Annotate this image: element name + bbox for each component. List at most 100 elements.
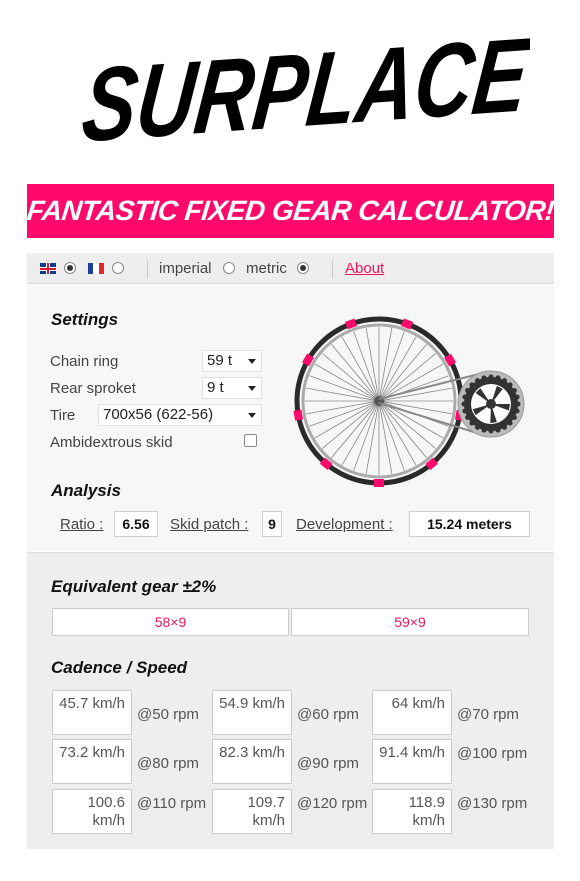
chainring-tooth [507,382,513,388]
rpm-label: @60 rpm [297,706,359,723]
rpm-label: @100 rpm [457,745,528,762]
chainring-tooth [514,394,520,400]
spoke [322,353,377,399]
spoke [379,404,393,474]
skid-patch-link[interactable]: Skid patch : [170,516,248,533]
wheel-icon [293,316,525,488]
chainring-tooth [488,428,494,434]
logo-text: SURPLACE [77,18,530,158]
tire-label: Tire [50,407,76,424]
ambidextrous-label: Ambidextrous skid [50,434,173,451]
rpm-label: @120 rpm [297,795,368,812]
equivalent-gear-item[interactable]: 59×9 [291,608,529,636]
spoke [314,402,376,439]
imperial-radio[interactable] [223,262,235,274]
spoke [331,344,377,399]
spoke [379,331,405,398]
chainring-tooth [481,375,487,381]
rpm-label: @80 rpm [137,755,199,772]
spoke [365,404,379,474]
spoke [314,363,376,400]
spoke [309,401,376,427]
chainring-tooth [465,415,471,420]
uk-flag-icon[interactable] [40,263,56,274]
ratio-link[interactable]: Ratio : [60,516,103,533]
chainring-tooth [462,408,468,414]
skid-patch-marker [293,409,304,421]
speed-value: 118.9 km/h [372,789,452,834]
ambidextrous-checkbox[interactable] [244,434,257,447]
spoke [353,331,379,398]
chain-ring-label: Chain ring [50,353,119,370]
chainring-tooth [475,378,480,384]
tagline-banner: FANTASTIC FIXED GEAR CALCULATOR! [25,184,556,238]
chain-ring-select[interactable]: 59 t [202,350,262,372]
settings-heading: Settings [51,310,119,329]
chainring-tooth [461,401,467,407]
rear-sprocket-value: 9 t [207,379,224,396]
chainring-tooth [481,427,487,433]
speed-value: 109.7 km/h [212,789,292,834]
spoke [382,363,444,400]
chainring-tooth [511,388,517,393]
spoke [341,404,378,466]
imperial-label: imperial [159,260,212,277]
chevron-down-icon [248,386,256,391]
chainring-tooth [465,388,471,393]
chainring-tooth [511,415,517,420]
speed-value: 45.7 km/h [52,690,132,735]
language-en-radio[interactable] [64,262,76,274]
crank-hub [486,399,496,409]
chainring-tooth [488,374,494,380]
equivalent-gear-heading: Equivalent gear ±2% [51,577,217,596]
spoke [306,387,376,401]
chainring-tooth [469,382,475,388]
metric-radio[interactable] [297,262,309,274]
spoke [365,328,379,398]
speed-value: 100.6 km/h [52,789,132,834]
tire-value: 700x56 (622-56) [103,406,214,423]
chainring-tooth [475,424,480,430]
rpm-label: @70 rpm [457,706,519,723]
chain-ring-value: 59 t [207,352,233,369]
spoke [331,403,377,458]
spoke [380,336,417,398]
rpm-label: @110 rpm [137,795,207,812]
development-value: 15.24 meters [409,511,530,537]
ratio-value: 6.56 [114,511,158,537]
chainring-tooth [495,427,501,433]
spoke [381,403,436,449]
fr-flag-icon[interactable] [88,263,104,274]
spoke [381,403,427,458]
speed-value: 64 km/h [372,690,452,735]
skid-patch-marker [373,478,384,488]
rear-sprocket-select[interactable]: 9 t [202,377,262,399]
about-link[interactable]: About [345,253,384,284]
speed-value: 73.2 km/h [52,739,132,784]
rpm-label: @50 rpm [137,706,199,723]
development-link[interactable]: Development : [296,516,393,533]
spoke [353,404,379,471]
chainring-tooth [469,420,475,426]
chainring-tooth [462,394,468,400]
results-panel: Equivalent gear ±2% 58×9 59×9 Cadence / … [27,552,554,849]
spoke [322,403,377,449]
chainring-tooth [502,424,507,430]
tire-select[interactable]: 700x56 (622-56) [98,404,262,426]
divider [332,260,333,278]
chainring-tooth [502,378,507,384]
speed-value: 54.9 km/h [212,690,292,735]
rpm-label: @90 rpm [297,755,359,772]
wheel-illustration [293,316,525,488]
language-fr-radio[interactable] [112,262,124,274]
chainring-tooth [495,375,501,381]
cadence-heading: Cadence / Speed [51,658,188,677]
chainring-tooth [514,408,520,414]
rpm-label: @130 rpm [457,795,528,812]
analysis-heading: Analysis [51,481,121,500]
chevron-down-icon [248,413,256,418]
chevron-down-icon [248,359,256,364]
options-bar: imperial metric About [27,253,554,284]
equivalent-gear-item[interactable]: 58×9 [52,608,289,636]
metric-label: metric [246,260,287,277]
